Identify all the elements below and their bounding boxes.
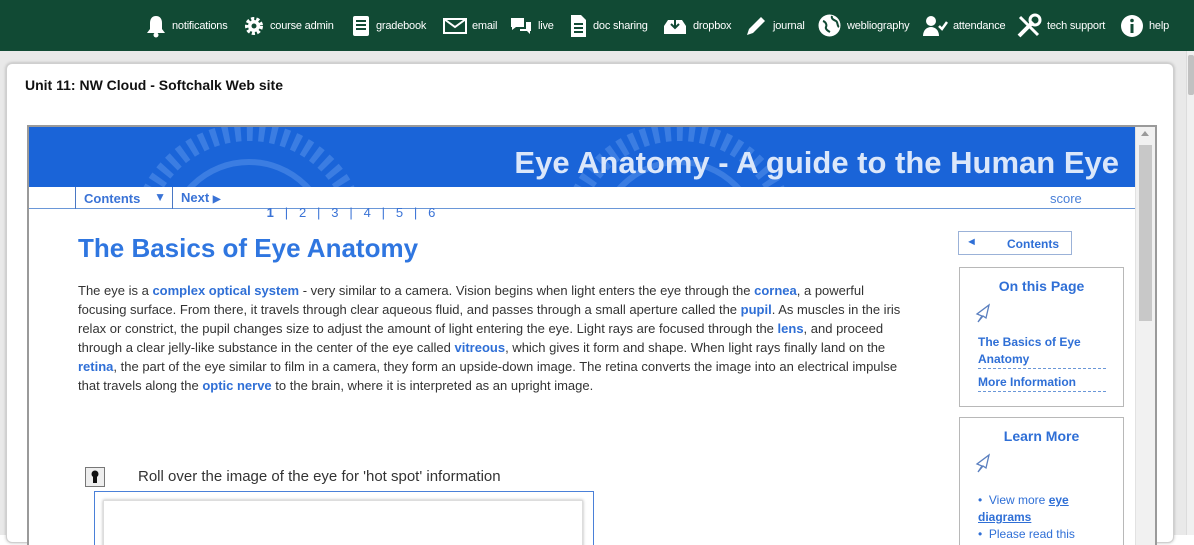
- paragraph-text: The eye is a: [78, 283, 153, 298]
- page-link[interactable]: 1: [267, 205, 274, 220]
- chevron-down-icon: ▼: [154, 190, 166, 204]
- nav-help-label: help: [1149, 19, 1169, 32]
- envelope-icon: [443, 17, 467, 34]
- learn-more-title: Learn More: [1003, 428, 1080, 444]
- on-this-page-title: On this Page: [998, 278, 1085, 294]
- lesson-scrollbar[interactable]: [1135, 127, 1155, 545]
- keyword-link[interactable]: vitreous: [455, 340, 506, 355]
- contents-dropdown-button[interactable]: Contents ▼: [75, 187, 173, 209]
- page-number-links: 1 | 2 | 3 | 4 | 5 | 6: [266, 205, 436, 220]
- contents-dropdown-label: Contents: [84, 191, 141, 206]
- bullet: •: [978, 493, 989, 507]
- bullet: •: [978, 527, 989, 541]
- nav-dropbox[interactable]: dropbox: [662, 0, 732, 51]
- nav-live[interactable]: live: [509, 0, 554, 51]
- document-icon: [571, 14, 586, 37]
- page-link[interactable]: 4: [364, 205, 371, 220]
- lesson-heading: The Basics of Eye Anatomy: [78, 233, 419, 263]
- nav-live-label: live: [538, 19, 554, 32]
- keyword-link[interactable]: cornea: [754, 283, 797, 298]
- dropbox-tray-icon: [664, 18, 686, 34]
- on-this-page-link[interactable]: The Basics of Eye Anatomy: [978, 334, 1106, 369]
- nav-notifications[interactable]: notifications: [145, 0, 228, 51]
- nav-dropbox-label: dropbox: [693, 19, 732, 32]
- nav-webliography[interactable]: webliography: [817, 0, 910, 51]
- keyword-link[interactable]: optic nerve: [202, 378, 271, 393]
- bell-icon: [147, 15, 165, 37]
- top-navigation-bar: notifications course admin gradebook ema…: [0, 0, 1194, 51]
- lesson-banner: Eye Anatomy - A guide to the Human Eye: [29, 127, 1135, 187]
- globe-icon: [818, 14, 841, 37]
- nav-gradebook[interactable]: gradebook: [351, 0, 426, 51]
- page-link[interactable]: 5: [396, 205, 403, 220]
- keyword-link[interactable]: retina: [78, 359, 113, 374]
- nav-help[interactable]: help: [1120, 0, 1169, 51]
- score-link[interactable]: score: [1050, 191, 1082, 206]
- next-page-link[interactable]: Next ▶: [181, 190, 221, 205]
- nav-tech-support[interactable]: tech support: [1016, 0, 1105, 51]
- gear-icon: [245, 16, 263, 35]
- cursor-arrow-icon: [975, 303, 991, 323]
- scroll-up-arrow-icon[interactable]: [1141, 131, 1149, 136]
- nav-journal-label: journal: [773, 19, 805, 32]
- lesson-nav-bar: Contents ▼ Next ▶ 1 | 2 | 3 | 4 | 5 | 6 …: [29, 187, 1135, 220]
- nav-attendance[interactable]: attendance: [922, 0, 1006, 51]
- nav-email[interactable]: email: [443, 0, 497, 51]
- nav-attendance-label: attendance: [953, 19, 1006, 32]
- nav-journal[interactable]: journal: [744, 0, 805, 51]
- keyhole-icon[interactable]: [85, 467, 105, 487]
- lesson-banner-title: Eye Anatomy - A guide to the Human Eye: [514, 145, 1119, 180]
- sidebar-contents-label: Contents: [1007, 237, 1059, 251]
- page-title: Unit 11: NW Cloud - Softchalk Web site: [25, 77, 283, 93]
- page-link[interactable]: 6: [428, 205, 435, 220]
- keyword-link[interactable]: lens: [778, 321, 804, 336]
- chat-bubbles-icon: [511, 17, 531, 34]
- paragraph-text: - very similar to a camera. Vision begin…: [299, 283, 755, 298]
- eye-image-container: [94, 491, 594, 545]
- arrow-left-icon: ◄: [966, 236, 977, 248]
- page-scrollbar-thumb[interactable]: [1188, 55, 1194, 95]
- nav-doc-sharing[interactable]: doc sharing: [568, 0, 648, 51]
- learn-more-item-text: View more: [988, 493, 1049, 507]
- page-link[interactable]: 3: [331, 205, 338, 220]
- lesson-paragraph: The eye is a complex optical system - ve…: [78, 281, 914, 395]
- on-this-page-box: On this Page The Basics of Eye Anatomy M…: [959, 267, 1124, 407]
- next-arrow-icon: ▶: [212, 194, 221, 205]
- on-this-page-link[interactable]: More Information: [978, 374, 1106, 392]
- person-check-icon: [923, 15, 948, 36]
- gradebook-icon: [353, 15, 369, 36]
- keyword-link[interactable]: complex optical system: [152, 283, 299, 298]
- paragraph-text: , which gives it form and shape. When li…: [505, 340, 886, 355]
- nav-doc-sharing-label: doc sharing: [593, 19, 648, 32]
- nav-tech-support-label: tech support: [1047, 19, 1106, 32]
- paragraph-text: to the brain, where it is interpreted as…: [271, 378, 594, 393]
- nav-notifications-label: notifications: [172, 19, 228, 32]
- keyword-link[interactable]: pupil: [741, 302, 772, 317]
- nav-email-label: email: [472, 19, 498, 32]
- lesson-iframe: Eye Anatomy - A guide to the Human Eye C…: [27, 125, 1157, 545]
- rollover-instruction-text: Roll over the image of the eye for 'hot …: [138, 468, 501, 485]
- eye-image-hotspot-area[interactable]: [103, 500, 583, 545]
- pen-icon: [747, 16, 765, 35]
- page-scrollbar[interactable]: [1186, 51, 1194, 535]
- cursor-arrow-icon: [975, 453, 991, 473]
- learn-more-box: Learn More • View more eye diagrams • Pl…: [959, 417, 1124, 545]
- nav-webliography-label: webliography: [847, 19, 910, 32]
- next-page-label: Next: [181, 190, 210, 205]
- tools-icon: [1017, 13, 1042, 37]
- nav-course-admin[interactable]: course admin: [243, 0, 334, 51]
- rollover-instruction: Roll over the image of the eye for 'hot …: [85, 467, 605, 491]
- learn-more-item-text[interactable]: Please read this: [989, 527, 1075, 541]
- nav-gradebook-label: gradebook: [376, 19, 427, 32]
- lesson-scrollbar-thumb[interactable]: [1139, 145, 1152, 321]
- nav-course-admin-label: course admin: [270, 19, 334, 32]
- page-link[interactable]: 2: [299, 205, 306, 220]
- sidebar-contents-button[interactable]: ◄ Contents: [958, 231, 1072, 255]
- learn-more-item: • View more eye diagrams: [978, 492, 1123, 526]
- info-circle-icon: [1121, 14, 1143, 37]
